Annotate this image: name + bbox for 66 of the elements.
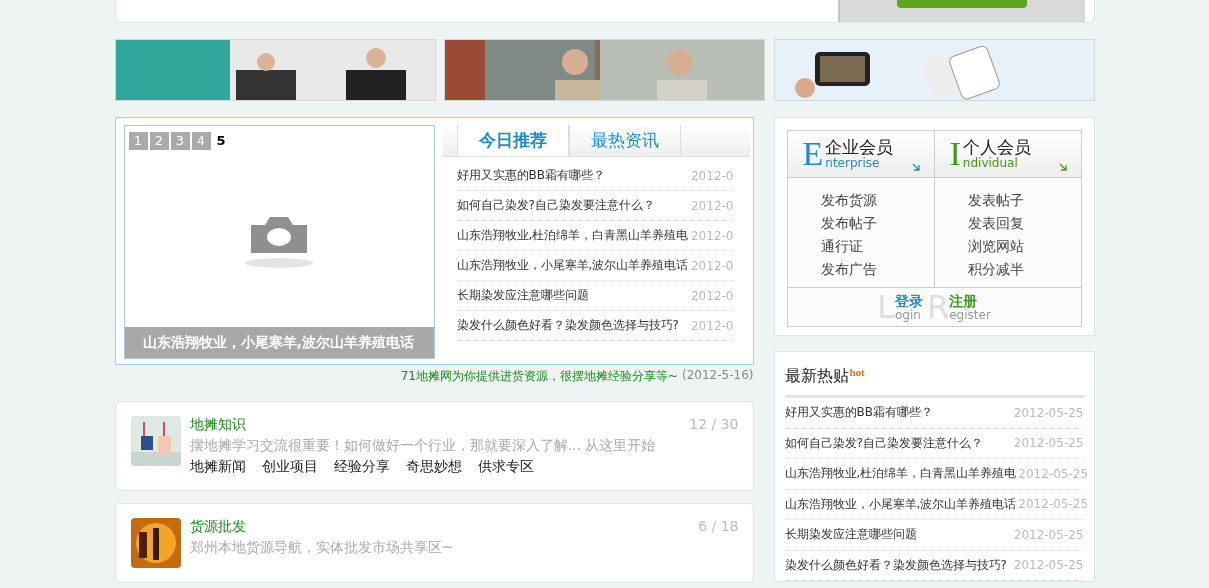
auth-subtitle: ogin xyxy=(895,309,921,322)
action-button[interactable] xyxy=(897,0,1027,8)
news-date: 2012-0 xyxy=(691,258,734,273)
post-link[interactable]: 如何自己染发?自己染发要注意什么？ xyxy=(784,434,983,452)
news-date: 2012-0 xyxy=(691,198,734,213)
hot-label: hot xyxy=(849,366,865,378)
news-link[interactable]: 好用又实惠的BB霜有哪些？ xyxy=(456,167,605,184)
section-count: 6 / 18 xyxy=(698,518,739,536)
post-date: 2012-05-25 xyxy=(1013,527,1084,542)
member-title: 企业会员 xyxy=(825,138,894,157)
news-tab[interactable]: 今日推荐 xyxy=(456,125,569,156)
news-date: 2012-0 xyxy=(691,288,734,303)
post-date: 2012-05-25 xyxy=(1018,466,1089,481)
section-title[interactable]: 地摊知识 xyxy=(189,416,246,434)
news-link[interactable]: 山东浩翔牧业，小尾寒羊,波尔山羊养殖电话 xyxy=(456,257,689,274)
post-date: 2012-05-25 xyxy=(1013,436,1084,451)
section-description: 郑州本地货源导航，实体批发市场共享区~ xyxy=(189,539,455,557)
member-action-link[interactable]: 发表帖子 xyxy=(967,190,1081,210)
post-link[interactable]: 山东浩翔牧业,杜泊绵羊，白青黑山羊养殖电 xyxy=(784,465,1017,483)
tagline-date: (2012-5-16) xyxy=(682,368,754,384)
member-subtitle: ndividual xyxy=(962,157,1019,170)
member-subtitle: nterprise xyxy=(825,157,881,170)
subforum-link[interactable]: 地摊新闻 xyxy=(189,458,246,476)
member-action-link[interactable]: 发布帖子 xyxy=(820,213,934,233)
subforum-link[interactable]: 供求专区 xyxy=(477,458,534,476)
auth-link[interactable]: 注册 xyxy=(949,293,991,309)
member-title: 个人会员 xyxy=(962,138,1031,157)
member-initial: I xyxy=(949,137,961,171)
member-action-link[interactable]: 浏览网站 xyxy=(967,236,1081,256)
hot-posts-title: 最新热贴 xyxy=(784,366,849,387)
post-link[interactable]: 长期染发应注意哪些问题 xyxy=(784,526,917,544)
subforum-link[interactable]: 经验分享 xyxy=(333,458,390,476)
news-tab[interactable]: 最热资讯 xyxy=(568,125,681,156)
post-link[interactable]: 山东浩翔牧业，小尾寒羊,波尔山羊养殖电话 xyxy=(784,495,1017,513)
post-link[interactable]: 染发什么颜色好看？染发颜色选择与技巧? xyxy=(784,556,1007,574)
slide-caption: 山东浩翔牧业，小尾寒羊,波尔山羊养殖电话 xyxy=(124,327,434,358)
section-title[interactable]: 货源批发 xyxy=(189,518,246,536)
arrow-icon xyxy=(1058,163,1067,171)
section-description: 摆地摊学习交流很重要！如何做好一个行业，那就要深入了解... 从这里开始 xyxy=(189,437,657,455)
auth-subtitle: egister xyxy=(949,309,991,322)
post-link[interactable]: 好用又实惠的BB霜有哪些？ xyxy=(784,404,933,422)
news-link[interactable]: 如何自己染发?自己染发要注意什么？ xyxy=(456,197,655,214)
news-date: 2012-0 xyxy=(691,318,734,333)
auth-initial: R xyxy=(927,292,950,322)
post-date: 2012-05-25 xyxy=(1018,497,1089,512)
member-initial: E xyxy=(802,137,824,171)
news-link[interactable]: 染发什么颜色好看？染发颜色选择与技巧? xyxy=(456,317,679,334)
subforum-link[interactable]: 创业项目 xyxy=(261,458,318,476)
page-button[interactable]: 5 xyxy=(212,132,230,150)
auth-initial: L xyxy=(877,292,895,322)
member-action-link[interactable]: 发表回复 xyxy=(967,213,1081,233)
post-date: 2012-05-25 xyxy=(1013,405,1084,420)
member-action-link[interactable]: 通行证 xyxy=(820,236,934,256)
news-date: 2012-0 xyxy=(691,228,734,243)
subforum-link[interactable]: 奇思妙想 xyxy=(405,458,462,476)
news-date: 2012-0 xyxy=(691,168,734,183)
tagline-link[interactable]: 71地摊网为你提供进货资源，很摆地摊经验分享等~ xyxy=(400,368,679,385)
member-action-link[interactable]: 发布广告 xyxy=(820,259,934,279)
auth-link[interactable]: 登录 xyxy=(895,293,923,309)
news-link[interactable]: 长期染发应注意哪些问题 xyxy=(456,287,589,304)
news-link[interactable]: 山东浩翔牧业,杜泊绵羊，白青黑山羊养殖电 xyxy=(456,227,689,244)
member-action-link[interactable]: 积分减半 xyxy=(967,259,1081,279)
section-count: 12 / 30 xyxy=(689,416,739,434)
post-date: 2012-05-25 xyxy=(1013,558,1084,573)
member-action-link[interactable]: 发布货源 xyxy=(820,190,934,210)
arrow-icon xyxy=(911,163,920,171)
